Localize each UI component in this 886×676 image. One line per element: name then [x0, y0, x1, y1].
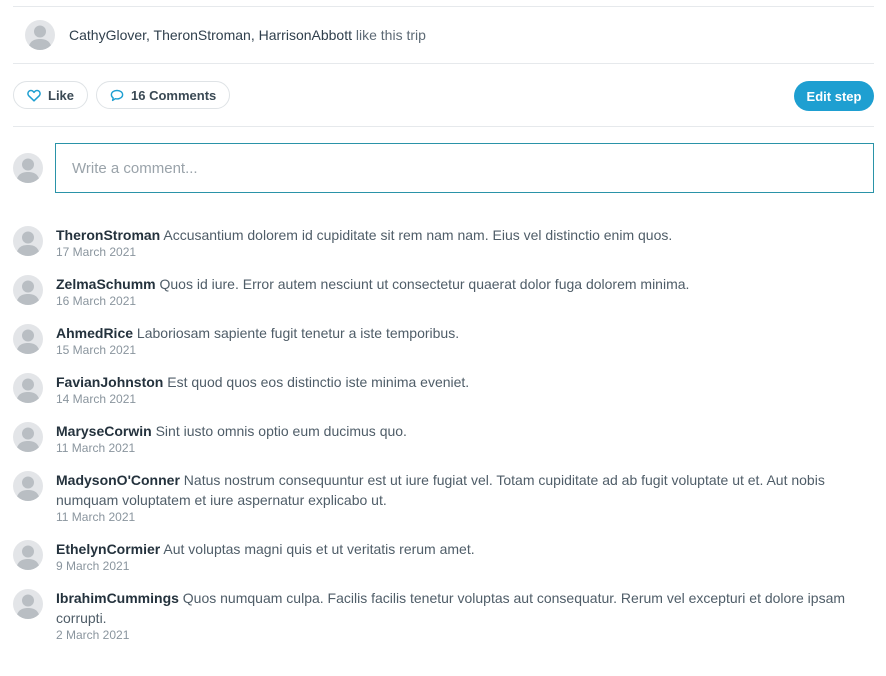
avatar — [13, 324, 43, 354]
comment-text: Aut voluptas magni quis et ut veritatis … — [163, 541, 475, 557]
trip-step-social-panel: CathyGlover, TheronStroman, HarrisonAbbo… — [13, 0, 874, 657]
comment-body: MadysonO'Conner Natus nostrum consequunt… — [56, 470, 874, 525]
avatar — [13, 471, 43, 501]
likes-text: CathyGlover, TheronStroman, HarrisonAbbo… — [69, 27, 426, 43]
user-icon — [16, 545, 40, 570]
user-icon — [16, 594, 40, 619]
likes-summary: CathyGlover, TheronStroman, HarrisonAbbo… — [13, 7, 874, 63]
comment-input[interactable] — [55, 143, 874, 193]
comment-author[interactable]: FavianJohnston — [56, 374, 163, 390]
comment-item: ZelmaSchumm Quos id iure. Error autem ne… — [13, 274, 874, 309]
comment-item: AhmedRice Laboriosam sapiente fugit tene… — [13, 323, 874, 358]
comment-text: Laboriosam sapiente fugit tenetur a iste… — [136, 325, 460, 341]
comments-list: TheronStroman Accusantium dolorem id cup… — [13, 225, 874, 643]
comment-date: 15 March 2021 — [56, 343, 137, 357]
speech-bubble-icon — [110, 89, 124, 102]
comment-text: Est quod quos eos distinctio iste minima… — [167, 374, 470, 390]
heart-icon — [27, 89, 41, 102]
comment-item: IbrahimCummings Quos numquam culpa. Faci… — [13, 588, 874, 643]
like-button[interactable]: Like — [13, 81, 89, 109]
edit-step-button[interactable]: Edit step — [794, 81, 874, 111]
avatar — [13, 153, 43, 183]
avatar — [13, 226, 43, 256]
comment-item: EthelynCormier Aut voluptas magni quis e… — [13, 539, 874, 574]
avatar — [13, 540, 43, 570]
comment-item: MaryseCorwin Sint iusto omnis optio eum … — [13, 421, 874, 456]
user-icon — [28, 25, 52, 50]
comment-date: 2 March 2021 — [56, 628, 130, 642]
comment-author[interactable]: MaryseCorwin — [56, 423, 152, 439]
comment-date: 16 March 2021 — [56, 294, 137, 308]
comment-body: MaryseCorwin Sint iusto omnis optio eum … — [56, 421, 874, 456]
comment-body: EthelynCormier Aut voluptas magni quis e… — [56, 539, 874, 574]
comment-body: FavianJohnston Est quod quos eos distinc… — [56, 372, 874, 407]
comment-author[interactable]: AhmedRice — [56, 325, 133, 341]
comment-item: TheronStroman Accusantium dolorem id cup… — [13, 225, 874, 260]
actions-divider — [13, 126, 874, 127]
user-icon — [16, 476, 40, 501]
likes-suffix: like this trip — [352, 27, 426, 43]
user-icon — [16, 329, 40, 354]
comment-item: FavianJohnston Est quod quos eos distinc… — [13, 372, 874, 407]
user-icon — [16, 378, 40, 403]
comment-body: IbrahimCummings Quos numquam culpa. Faci… — [56, 588, 874, 643]
like-label: Like — [48, 87, 75, 103]
avatar — [13, 422, 43, 452]
comment-date: 11 March 2021 — [56, 510, 136, 524]
comment-date: 17 March 2021 — [56, 245, 137, 259]
avatar — [25, 20, 55, 50]
comment-text: Quos id iure. Error autem nesciunt ut co… — [159, 276, 690, 292]
user-icon — [16, 231, 40, 256]
comment-date: 9 March 2021 — [56, 559, 130, 573]
comment-body: AhmedRice Laboriosam sapiente fugit tene… — [56, 323, 874, 358]
avatar — [13, 589, 43, 619]
comment-author[interactable]: MadysonO'Conner — [56, 472, 180, 488]
comment-author[interactable]: TheronStroman — [56, 227, 160, 243]
liker-names[interactable]: CathyGlover, TheronStroman, HarrisonAbbo… — [69, 27, 352, 43]
comment-body: TheronStroman Accusantium dolorem id cup… — [56, 225, 874, 260]
avatar — [13, 373, 43, 403]
comment-date: 11 March 2021 — [56, 441, 136, 455]
comment-author[interactable]: IbrahimCummings — [56, 590, 179, 606]
user-icon — [16, 427, 40, 452]
user-icon — [16, 280, 40, 305]
comment-body: ZelmaSchumm Quos id iure. Error autem ne… — [56, 274, 874, 309]
comments-count-label: 16 Comments — [131, 87, 217, 103]
comment-author[interactable]: ZelmaSchumm — [56, 276, 156, 292]
comment-item: MadysonO'Conner Natus nostrum consequunt… — [13, 470, 874, 525]
new-comment-row — [13, 143, 874, 193]
comments-button[interactable]: 16 Comments — [96, 81, 231, 109]
comment-text: Accusantium dolorem id cupiditate sit re… — [163, 227, 673, 243]
comment-date: 14 March 2021 — [56, 392, 137, 406]
comment-text: Sint iusto omnis optio eum ducimus quo. — [155, 423, 407, 439]
user-icon — [16, 158, 40, 183]
avatar — [13, 275, 43, 305]
comment-author[interactable]: EthelynCormier — [56, 541, 160, 557]
action-bar: Like 16 Comments Edit step — [13, 64, 874, 126]
